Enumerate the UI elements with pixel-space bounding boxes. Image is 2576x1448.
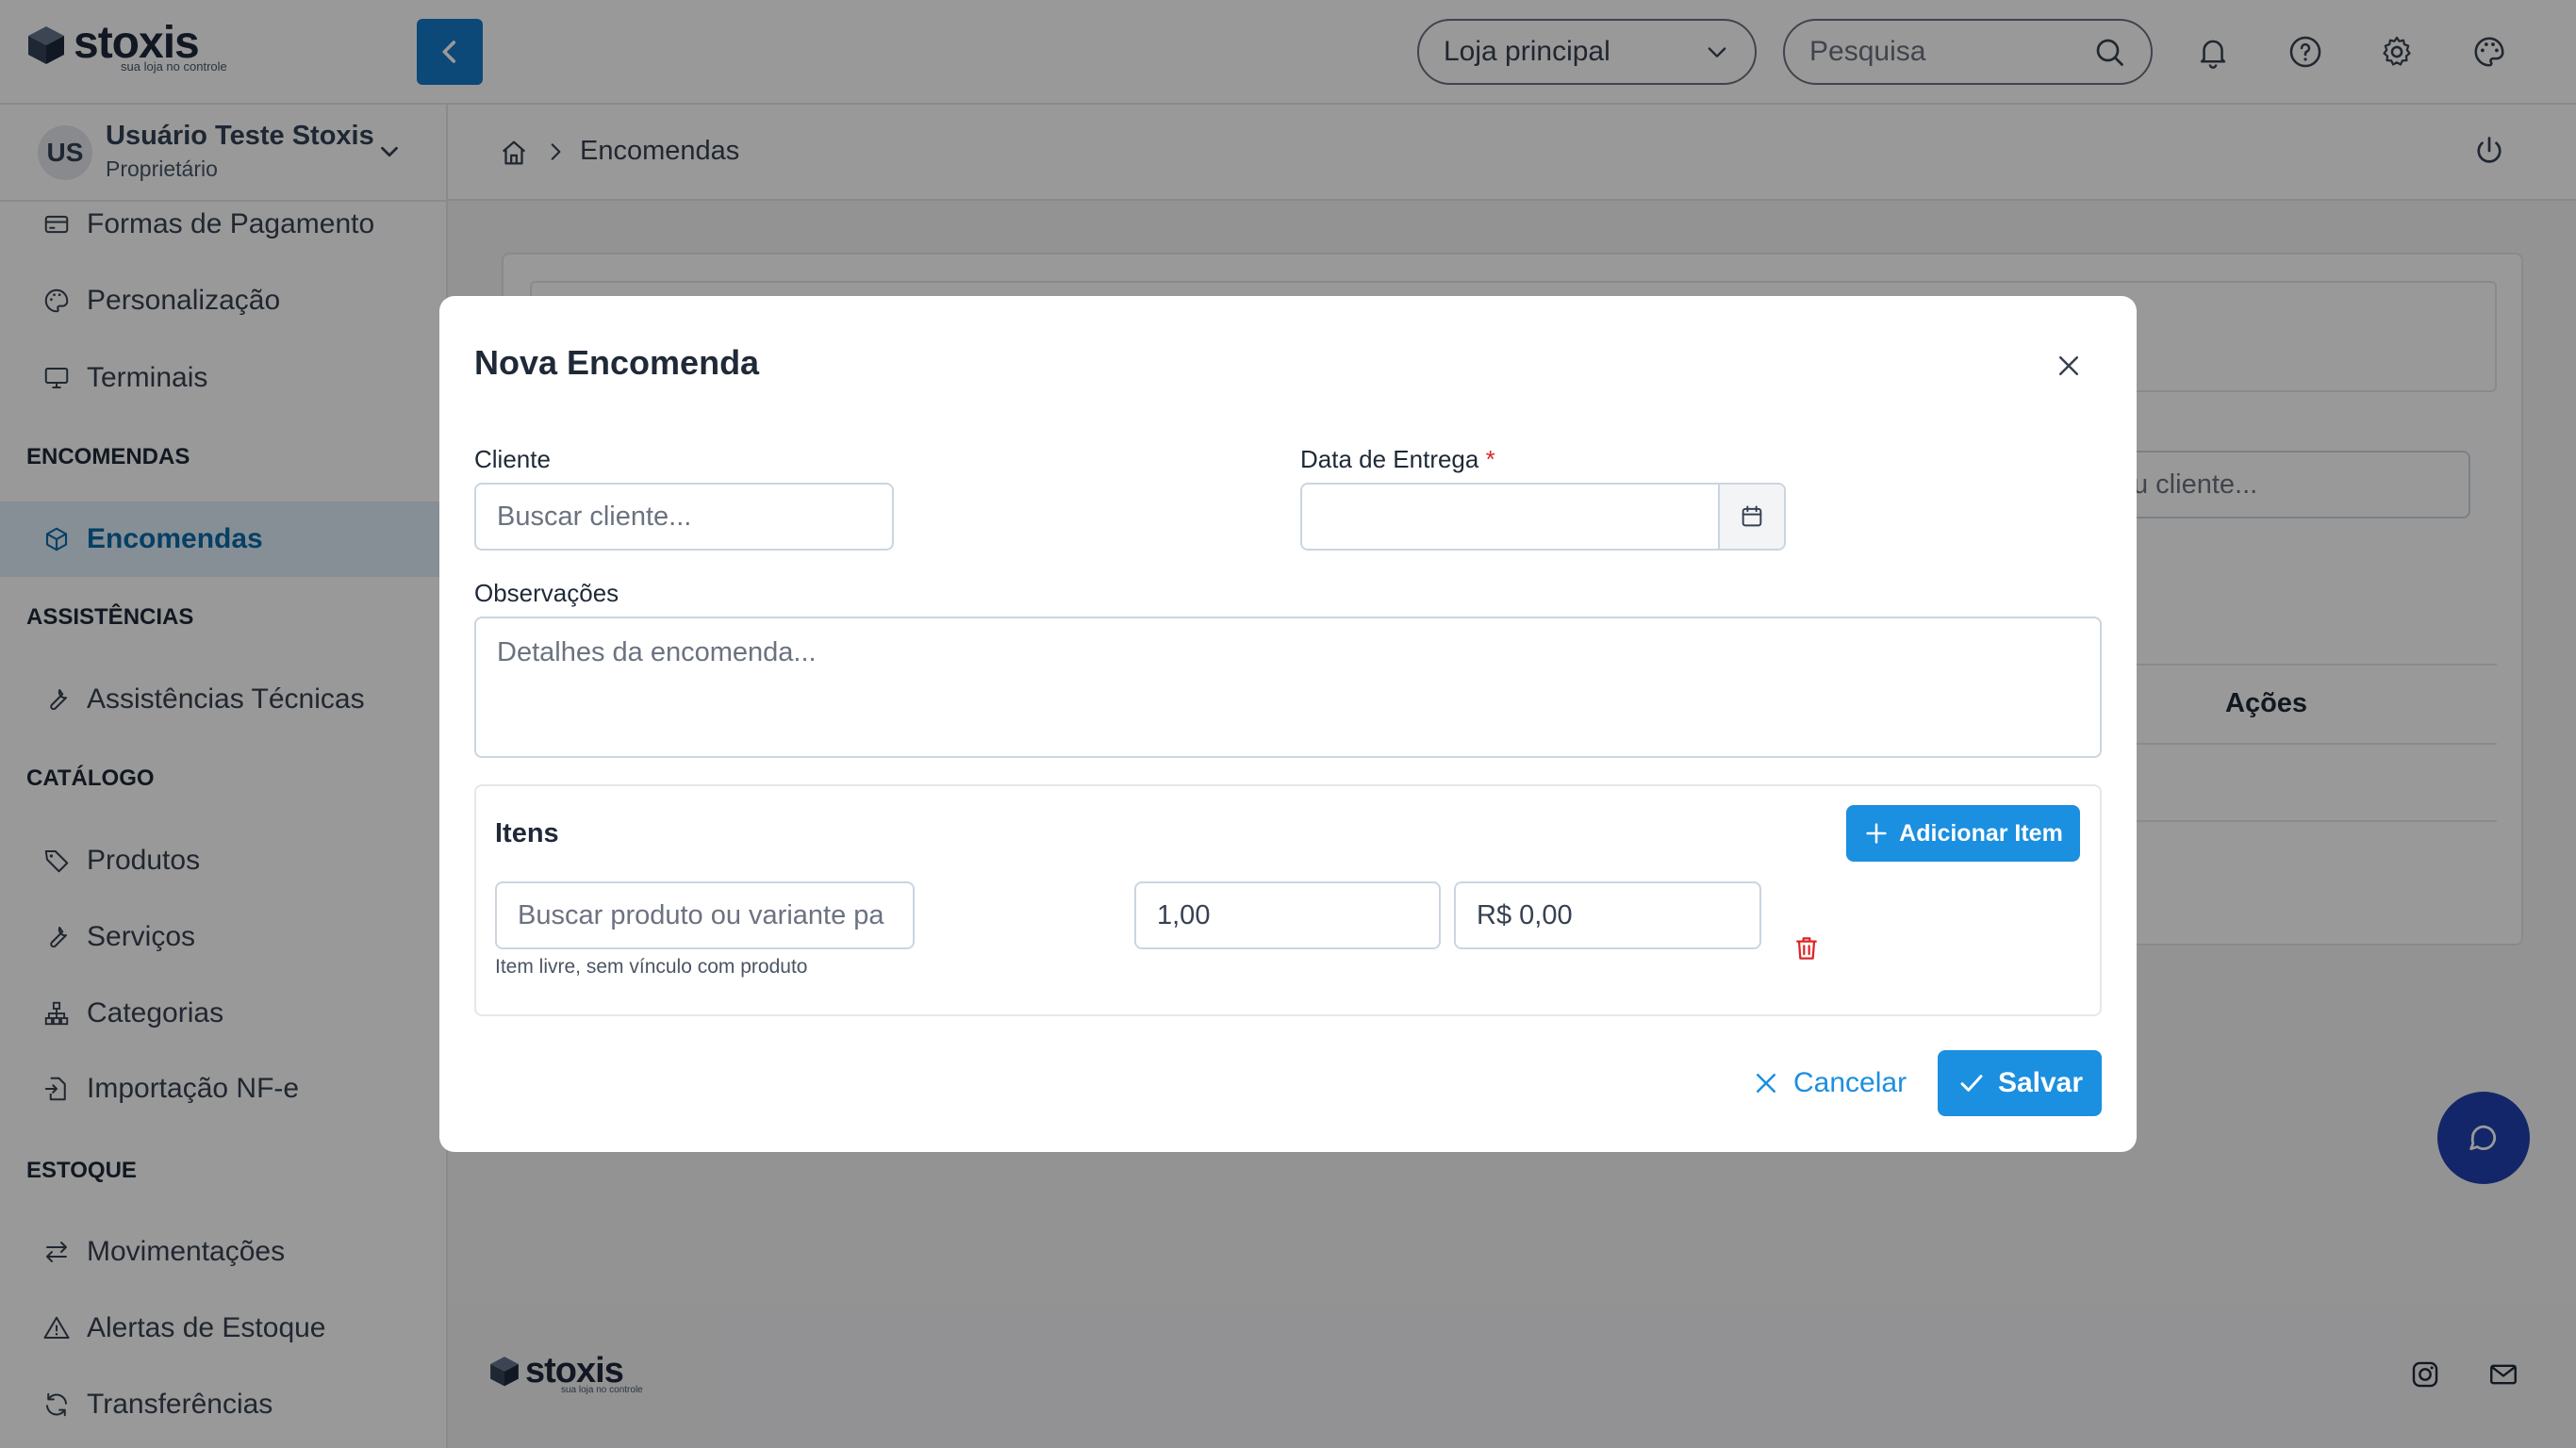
client-search-placeholder: Buscar cliente... [497,501,692,532]
trash-icon[interactable] [1790,931,1824,965]
quantity-input[interactable]: 1,00 [1134,881,1441,949]
quantity-value: 1,00 [1157,899,1211,930]
product-search-placeholder: Buscar produto ou variante pa [518,899,884,930]
plus-icon [1866,823,1887,844]
price-input[interactable]: R$ 0,00 [1454,881,1761,949]
notes-textarea[interactable]: Detalhes da encomenda... [474,617,2102,758]
delivery-date-label: Data de Entrega * [1300,445,1495,474]
save-button[interactable]: Salvar [1938,1050,2102,1116]
delivery-date-input[interactable] [1302,485,1718,549]
price-value: R$ 0,00 [1477,899,1573,930]
client-label: Cliente [474,445,551,473]
calendar-icon [1742,505,1762,527]
required-asterisk: * [1485,445,1495,473]
add-item-button[interactable]: Adicionar Item [1846,805,2080,862]
date-picker-button[interactable] [1718,485,1784,549]
modal-title: Nova Encomenda [474,343,760,382]
delivery-date-label-text: Data de Entrega [1300,445,1479,473]
cancel-button[interactable]: Cancelar [1746,1050,1912,1116]
close-icon [1757,1074,1775,1093]
notes-label: Observações [474,579,619,607]
items-title: Itens [495,818,559,848]
cancel-label: Cancelar [1793,1067,1907,1098]
save-label: Salvar [1997,1067,2084,1098]
item-hint: Item livre, sem vínculo com produto [495,956,808,978]
notes-placeholder: Detalhes da encomenda... [497,637,817,667]
add-item-label: Adicionar Item [1899,819,2063,847]
product-search-input[interactable]: Buscar produto ou variante pa [495,881,915,949]
delivery-date-field [1300,483,1786,551]
check-icon [1960,1075,1983,1092]
close-icon[interactable] [2050,347,2088,385]
client-search-input[interactable]: Buscar cliente... [474,483,894,551]
